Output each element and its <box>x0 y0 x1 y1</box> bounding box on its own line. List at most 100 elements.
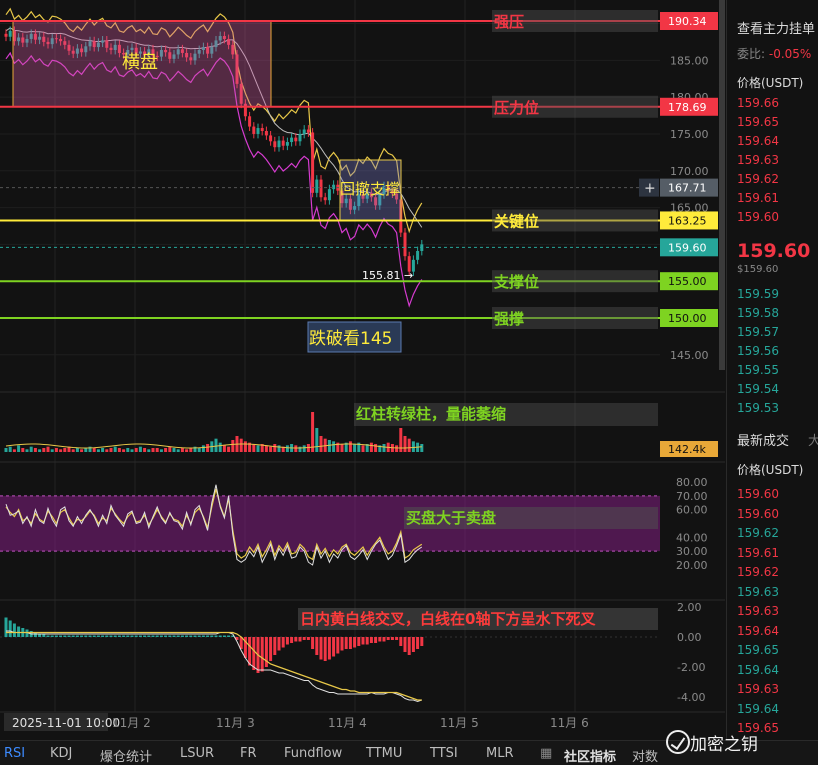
macd-histogram-bar <box>252 637 256 670</box>
tab-ttmu[interactable]: TTMU <box>366 746 402 761</box>
ask-price-row[interactable]: 159.65 <box>737 115 779 129</box>
macd-tick: -4.00 <box>677 691 705 704</box>
bid-price-row[interactable]: 159.54 <box>737 382 779 396</box>
x-axis-label: 11月 2 <box>112 716 151 730</box>
volume-bar <box>126 448 130 452</box>
candle-body <box>273 141 277 148</box>
volume-bar <box>109 448 113 452</box>
ask-price-row[interactable]: 159.64 <box>737 134 779 148</box>
macd-histogram-bar <box>420 637 424 646</box>
macd-histogram-bar <box>344 637 348 649</box>
rsi-tick: 60.00 <box>676 504 708 517</box>
tab-lsur[interactable]: LSUR <box>180 746 214 761</box>
volume-bar <box>147 449 151 452</box>
trade-row: 159.60 <box>737 487 779 501</box>
macd-histogram-bar <box>180 635 184 637</box>
ask-price-row[interactable]: 159.63 <box>737 153 779 167</box>
tab-large-trades[interactable]: 大 <box>808 430 818 449</box>
volume-bar <box>332 441 336 452</box>
level-label-1: 压力位 <box>494 99 539 117</box>
retest-box-label: 回撤支撑 <box>340 180 400 198</box>
tab-community-indicators[interactable]: 社区指标 <box>564 746 616 765</box>
grid-icon[interactable]: ▦ <box>540 746 552 761</box>
volume-bar <box>42 448 46 452</box>
tab-liquidation-stats[interactable]: 爆仓统计 <box>100 746 152 765</box>
price-tag: 163.25 <box>668 214 707 227</box>
macd-histogram-bar <box>84 635 88 637</box>
volume-bar <box>285 445 289 452</box>
volume-bar <box>264 445 268 452</box>
tab-ttsi[interactable]: TTSI <box>430 746 458 761</box>
ask-price-row[interactable]: 159.61 <box>737 191 779 205</box>
tab-latest-trades[interactable]: 最新成交 <box>737 430 789 449</box>
macd-histogram-bar <box>353 637 357 648</box>
volume-bar <box>382 444 386 452</box>
candle-body <box>311 132 315 193</box>
rsi-tick: 20.00 <box>676 559 708 572</box>
volume-bar <box>395 445 399 452</box>
macd-histogram-bar <box>311 637 315 649</box>
volume-bar <box>8 446 12 452</box>
volume-bar <box>222 445 226 452</box>
macd-histogram-bar <box>269 637 273 661</box>
macd-histogram-bar <box>71 635 75 637</box>
volume-bar <box>239 438 243 452</box>
macd-histogram-bar <box>361 637 365 645</box>
volume-bar <box>54 448 58 452</box>
volume-bar <box>29 446 33 452</box>
bid-price-row[interactable]: 159.53 <box>737 401 779 415</box>
plus-icon: + <box>644 181 656 197</box>
trade-row: 159.63 <box>737 584 779 599</box>
bid-price-row[interactable]: 159.58 <box>737 306 779 320</box>
ask-price-row[interactable]: 159.60 <box>737 210 779 224</box>
ask-price-row[interactable]: 159.62 <box>737 172 779 186</box>
tab-log-scale[interactable]: 对数 <box>632 746 658 765</box>
volume-bar <box>206 444 210 452</box>
macd-histogram-bar <box>222 635 226 637</box>
tab-mlr[interactable]: MLR <box>486 746 514 761</box>
volume-bar <box>122 449 126 452</box>
macd-histogram-bar <box>143 635 147 637</box>
macd-histogram-bar <box>285 637 289 645</box>
candle-body <box>290 137 294 143</box>
macd-histogram-bar <box>315 637 319 655</box>
volume-bar <box>151 448 155 452</box>
ask-price-row[interactable]: 159.66 <box>737 96 779 110</box>
volume-bar <box>134 448 138 452</box>
tab-kdj[interactable]: KDJ <box>50 746 72 761</box>
macd-histogram-bar <box>214 635 218 637</box>
candle-body <box>248 116 252 127</box>
price-tag: 150.00 <box>668 312 707 325</box>
volume-bar <box>294 445 298 452</box>
macd-histogram-bar <box>75 635 79 637</box>
macd-histogram-bar <box>395 637 399 640</box>
macd-histogram-bar <box>117 635 121 637</box>
macd-tick: 0.00 <box>677 631 702 644</box>
price-tag: 155.00 <box>668 275 707 288</box>
main-orders-title[interactable]: 查看主力挂单 <box>737 18 815 37</box>
macd-histogram-bar <box>193 635 197 637</box>
price-tag: 167.71 <box>668 182 707 195</box>
tab-fundflow[interactable]: Fundflow <box>284 746 342 761</box>
trading-chart[interactable]: 横盘回撤支撑 强压压力位关键位支撑位强撑跌破看145 155.81 → 红柱转绿柱，… <box>0 0 818 764</box>
volume-bar <box>50 449 54 452</box>
candle-body <box>315 179 319 193</box>
volume-bar <box>197 448 201 452</box>
tab-rsi[interactable]: RSI <box>4 746 25 761</box>
macd-histogram-bar <box>105 635 109 637</box>
bid-price-row[interactable]: 159.55 <box>737 363 779 377</box>
macd-histogram-bar <box>88 635 92 637</box>
macd-histogram-bar <box>264 637 268 667</box>
volume-bar <box>25 449 29 452</box>
bid-price-row[interactable]: 159.57 <box>737 325 779 339</box>
macd-histogram-bar <box>46 635 50 637</box>
macd-histogram-bar <box>59 635 63 637</box>
volume-bar <box>180 448 184 452</box>
bid-price-row[interactable]: 159.59 <box>737 287 779 301</box>
macd-histogram-bar <box>294 637 298 642</box>
tab-fr[interactable]: FR <box>240 746 257 761</box>
macd-histogram-bar <box>227 635 231 637</box>
bid-price-row[interactable]: 159.56 <box>737 344 779 358</box>
candle-body <box>269 135 273 142</box>
rsi-note: 买盘大于卖盘 <box>406 509 496 527</box>
